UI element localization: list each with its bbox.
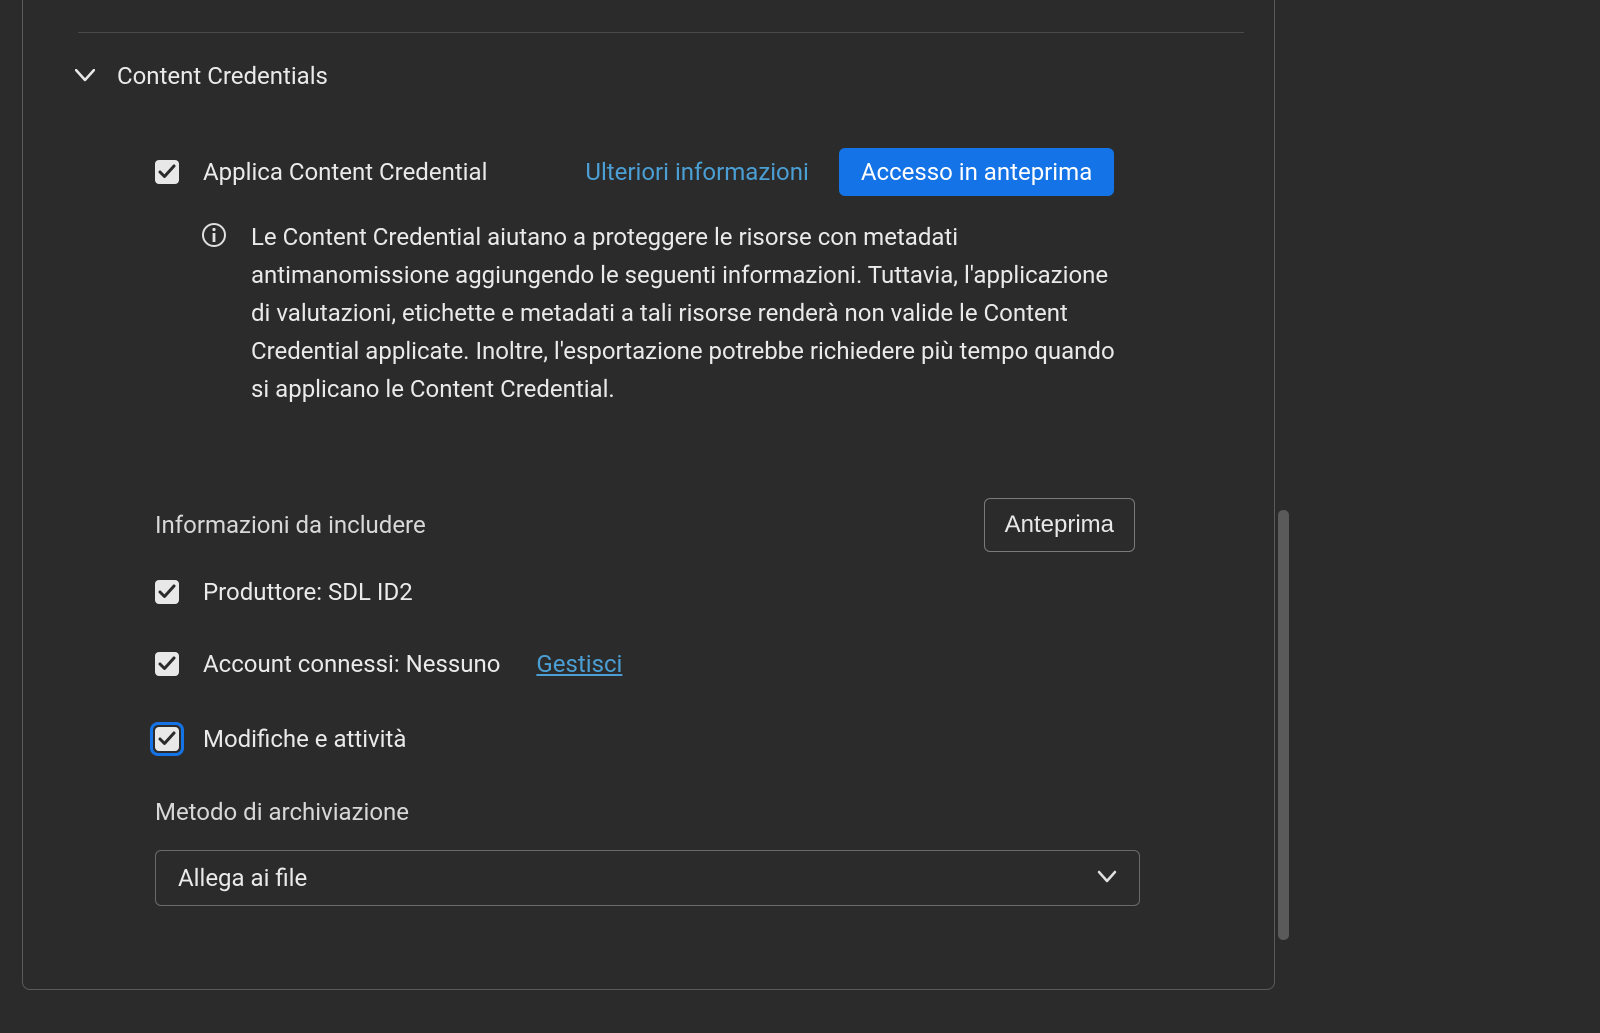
info-text: Le Content Credential aiutano a protegge… <box>251 218 1121 408</box>
content-credentials-panel: Content Credentials Applica Content Cred… <box>22 0 1275 990</box>
edits-label: Modifiche e attività <box>203 725 406 753</box>
apply-checkbox[interactable] <box>155 160 179 184</box>
info-row: Le Content Credential aiutano a protegge… <box>201 218 1121 408</box>
accounts-checkbox[interactable] <box>155 652 179 676</box>
include-heading: Informazioni da includere <box>155 511 426 539</box>
preview-button[interactable]: Anteprima <box>984 498 1135 552</box>
storage-method-value: Allega ai file <box>178 864 307 892</box>
edits-checkbox[interactable] <box>155 727 179 751</box>
preview-access-badge: Accesso in anteprima <box>839 148 1114 196</box>
manage-accounts-link[interactable]: Gestisci <box>536 650 622 678</box>
include-header-row: Informazioni da includere Anteprima <box>155 498 1135 552</box>
chevron-down-icon <box>1097 869 1117 888</box>
info-icon <box>201 222 227 252</box>
storage-method-dropdown[interactable]: Allega ai file <box>155 850 1140 906</box>
producer-checkbox[interactable] <box>155 580 179 604</box>
scrollbar-thumb[interactable] <box>1278 510 1289 940</box>
producer-row: Produttore: SDL ID2 <box>155 578 413 606</box>
divider <box>78 32 1244 33</box>
accounts-label: Account connessi: Nessuno <box>203 650 500 678</box>
scrollbar[interactable] <box>1278 0 1289 989</box>
edits-row: Modifiche e attività <box>155 722 406 756</box>
chevron-down-icon <box>75 69 95 83</box>
section-header[interactable]: Content Credentials <box>75 62 328 90</box>
learn-more-link[interactable]: Ulteriori informazioni <box>585 158 808 186</box>
accounts-row: Account connessi: Nessuno Gestisci <box>155 650 622 678</box>
producer-label: Produttore: SDL ID2 <box>203 578 413 606</box>
storage-method-label: Metodo di archiviazione <box>155 798 409 826</box>
edits-checkbox-focus-ring <box>150 722 184 756</box>
section-title: Content Credentials <box>117 62 328 90</box>
apply-row: Applica Content Credential Ulteriori inf… <box>155 148 1114 196</box>
apply-label: Applica Content Credential <box>203 158 487 186</box>
